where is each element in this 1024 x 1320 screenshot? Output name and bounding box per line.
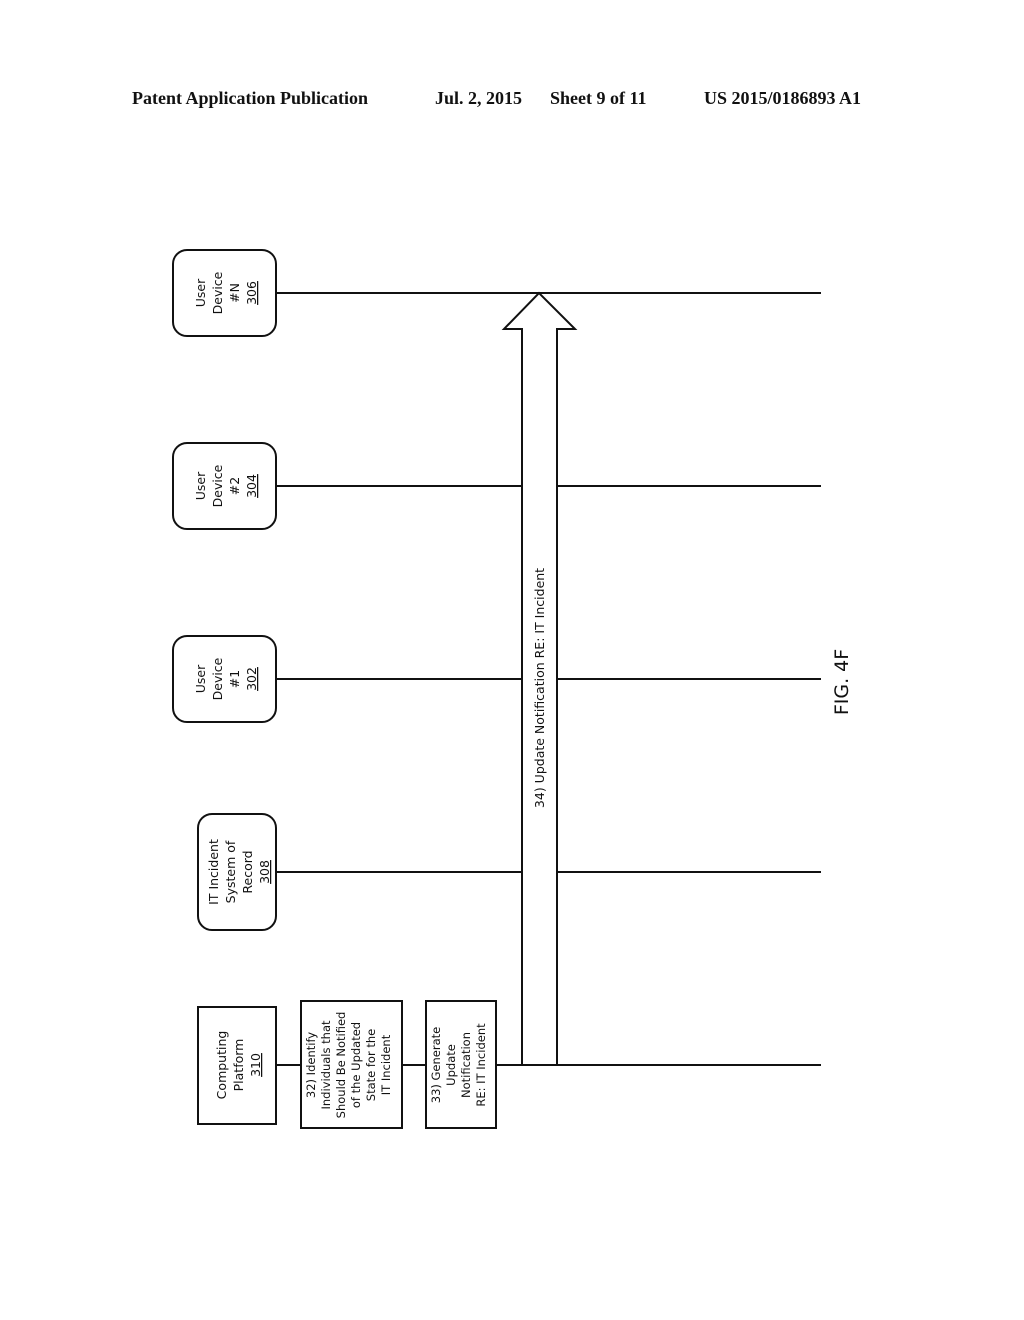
entity-ref: 306 (244, 281, 259, 305)
entity-text: Record (240, 850, 255, 893)
message-label: 34) Update Notification RE: IT Incident (532, 568, 547, 808)
step-label-33: 33) Generate Update Notification RE: IT … (429, 1023, 488, 1107)
entity-text: User (193, 664, 208, 693)
step-text: State for the (364, 1029, 378, 1101)
entity-text: IT Incident (206, 839, 221, 905)
step-text: RE: IT Incident (474, 1023, 488, 1107)
step-text: Update (444, 1044, 458, 1086)
entity-text: User (193, 278, 208, 307)
sequence-diagram: 34) Update Notification RE: IT Incident … (172, 249, 853, 1129)
step-text: 33) Generate (429, 1027, 443, 1104)
entity-text: Computing (214, 1031, 229, 1100)
entity-text: Device (210, 464, 225, 507)
entity-text: User (193, 471, 208, 500)
entity-ref: 310 (248, 1053, 263, 1077)
step-text: Individuals that (319, 1020, 333, 1109)
step-text: Notification (459, 1032, 473, 1098)
entity-text: #2 (227, 477, 242, 495)
entity-ref: 308 (257, 860, 272, 884)
entity-ref: 304 (244, 474, 259, 498)
entity-text: Device (210, 271, 225, 314)
entity-text: System of (223, 840, 238, 903)
entity-text: #1 (227, 670, 242, 688)
figure-label: FIG. 4F (831, 649, 853, 715)
step-text: Should Be Notified (334, 1012, 348, 1119)
entity-text: Device (210, 657, 225, 700)
step-text: 32) Identify (304, 1032, 318, 1098)
step-text: IT Incident (379, 1034, 393, 1095)
entity-text: #N (227, 283, 242, 303)
entity-ref: 302 (244, 667, 259, 691)
step-text: of the Updated (349, 1022, 363, 1108)
entity-text: Platform (231, 1039, 246, 1092)
